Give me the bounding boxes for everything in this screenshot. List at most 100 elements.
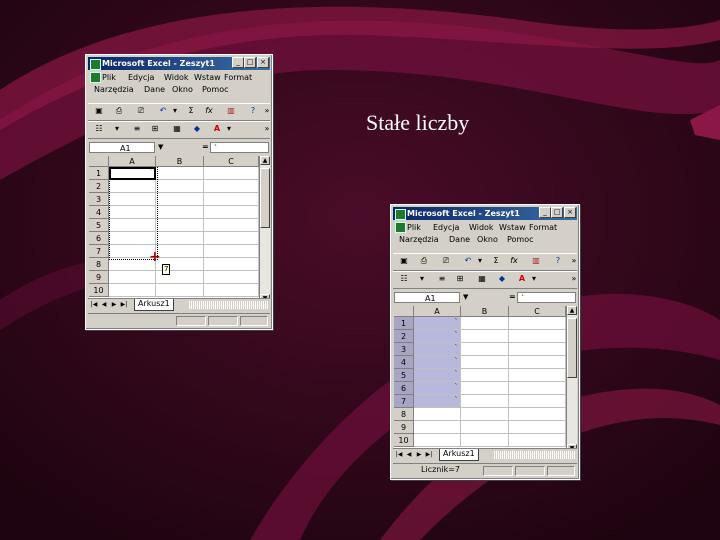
row-header-6[interactable]: 6 (89, 232, 109, 245)
font-color-icon[interactable]: A (517, 274, 527, 284)
cell-b9[interactable] (461, 421, 509, 434)
menu-view[interactable]: Widok (164, 72, 189, 83)
row-header-5[interactable]: 5 (394, 369, 414, 382)
merge-icon[interactable]: ⊞ (150, 124, 160, 134)
cell-c7[interactable] (204, 245, 259, 258)
close-button[interactable]: × (257, 57, 269, 68)
scroll-up-icon[interactable]: ▲ (260, 156, 270, 165)
menu-view[interactable]: Widok (469, 222, 494, 233)
menu-window[interactable]: Okno (172, 84, 193, 95)
cell-a10[interactable] (414, 434, 461, 447)
cell-c5[interactable] (509, 369, 566, 382)
select-all-corner[interactable] (89, 156, 109, 167)
more-icon[interactable]: » (262, 124, 272, 134)
preview-icon[interactable]: ⎚ (136, 106, 146, 116)
undo-icon[interactable]: ↶ (463, 256, 473, 266)
workbook-icon[interactable] (395, 222, 406, 233)
cell-b1[interactable] (156, 167, 204, 180)
dropdown-icon[interactable]: ▾ (417, 274, 427, 284)
cell-a7[interactable]: ` (414, 395, 461, 408)
cell-c7[interactable] (509, 395, 566, 408)
cell-b1[interactable] (461, 317, 509, 330)
cell-b3[interactable] (461, 343, 509, 356)
first-sheet-icon[interactable]: |◀ (395, 450, 403, 459)
cell-c10[interactable] (204, 284, 259, 297)
scroll-up-icon[interactable]: ▲ (567, 306, 577, 315)
fill-color-icon[interactable]: ◆ (192, 124, 202, 134)
cell-b8[interactable] (461, 408, 509, 421)
menu-data[interactable]: Dane (449, 234, 470, 245)
cell-c8[interactable] (204, 258, 259, 271)
name-box[interactable]: A1 (394, 292, 460, 303)
cell-c4[interactable] (204, 206, 259, 219)
horizontal-scrollbar[interactable] (188, 301, 268, 309)
row-header-10[interactable]: 10 (89, 284, 109, 297)
cell-c4[interactable] (509, 356, 566, 369)
cell-b3[interactable] (156, 193, 204, 206)
row-header-10[interactable]: 10 (394, 434, 414, 447)
scroll-thumb[interactable] (260, 168, 270, 228)
minimize-button[interactable]: _ (539, 207, 551, 218)
maximize-button[interactable]: □ (551, 207, 563, 218)
row-header-7[interactable]: 7 (89, 245, 109, 258)
prev-sheet-icon[interactable]: ◀ (405, 450, 413, 459)
save-icon[interactable]: ▣ (399, 256, 409, 266)
row-header-5[interactable]: 5 (89, 219, 109, 232)
row-header-2[interactable]: 2 (394, 330, 414, 343)
formula-equals[interactable]: = (509, 292, 516, 301)
vertical-scrollbar[interactable]: ▲ ▼ (259, 156, 270, 303)
row-header-4[interactable]: 4 (89, 206, 109, 219)
cell-c1[interactable] (204, 167, 259, 180)
fx-icon[interactable]: fx (204, 106, 214, 116)
cell-b2[interactable] (156, 180, 204, 193)
row-header-9[interactable]: 9 (89, 271, 109, 284)
name-box[interactable]: A1 (89, 142, 155, 153)
cell-b10[interactable] (461, 434, 509, 447)
prev-sheet-icon[interactable]: ◀ (100, 300, 108, 309)
maximize-button[interactable]: □ (244, 57, 256, 68)
row-header-6[interactable]: 6 (394, 382, 414, 395)
function-icon[interactable]: Σ (186, 106, 196, 116)
cell-b7[interactable] (156, 245, 204, 258)
dropdown-icon[interactable]: ▾ (170, 106, 180, 116)
last-sheet-icon[interactable]: ▶| (120, 300, 128, 309)
column-header-c[interactable]: C (204, 156, 259, 167)
cell-b7[interactable] (461, 395, 509, 408)
font-color-icon[interactable]: A (212, 124, 222, 134)
column-header-a[interactable]: A (109, 156, 156, 167)
name-box-dropdown-icon[interactable]: ▼ (463, 293, 468, 301)
menu-help[interactable]: Pomoc (507, 234, 534, 245)
sheet-grid[interactable]: A B C 1 ` 2 3 4 5 6 7 8 9 10 + 7 (89, 156, 259, 303)
dropdown-icon[interactable]: ▾ (224, 124, 234, 134)
row-header-2[interactable]: 2 (89, 180, 109, 193)
preview-icon[interactable]: ⎚ (441, 256, 451, 266)
cell-c8[interactable] (509, 408, 566, 421)
dropdown-icon[interactable]: ▾ (475, 256, 485, 266)
menu-window[interactable]: Okno (477, 234, 498, 245)
merge-icon[interactable]: ⊞ (455, 274, 465, 284)
cell-c10[interactable] (509, 434, 566, 447)
menu-insert[interactable]: Wstaw (499, 222, 526, 233)
cell-a8[interactable] (414, 408, 461, 421)
column-header-b[interactable]: B (461, 306, 509, 317)
menu-edit[interactable]: Edycja (128, 72, 154, 83)
menu-insert[interactable]: Wstaw (194, 72, 221, 83)
next-sheet-icon[interactable]: ▶ (415, 450, 423, 459)
formula-bar[interactable]: ` (517, 292, 576, 303)
sheet-tab-arkusz1[interactable]: Arkusz1 (134, 299, 174, 311)
menu-format[interactable]: Format (224, 72, 252, 83)
cell-c6[interactable] (509, 382, 566, 395)
excel-window-2[interactable]: Microsoft Excel - Zeszyt1 _ □ × Plik Edy… (390, 204, 580, 480)
column-header-a[interactable]: A (414, 306, 461, 317)
style-icon[interactable]: ☷ (399, 274, 409, 284)
cell-c9[interactable] (509, 421, 566, 434)
cell-b5[interactable] (461, 369, 509, 382)
cell-b2[interactable] (461, 330, 509, 343)
cell-a5[interactable]: ` (414, 369, 461, 382)
workbook-icon[interactable] (90, 72, 101, 83)
scroll-thumb[interactable] (567, 318, 577, 378)
more-icon[interactable]: » (569, 256, 579, 266)
last-sheet-icon[interactable]: ▶| (425, 450, 433, 459)
cell-b4[interactable] (156, 206, 204, 219)
menu-edit[interactable]: Edycja (433, 222, 459, 233)
